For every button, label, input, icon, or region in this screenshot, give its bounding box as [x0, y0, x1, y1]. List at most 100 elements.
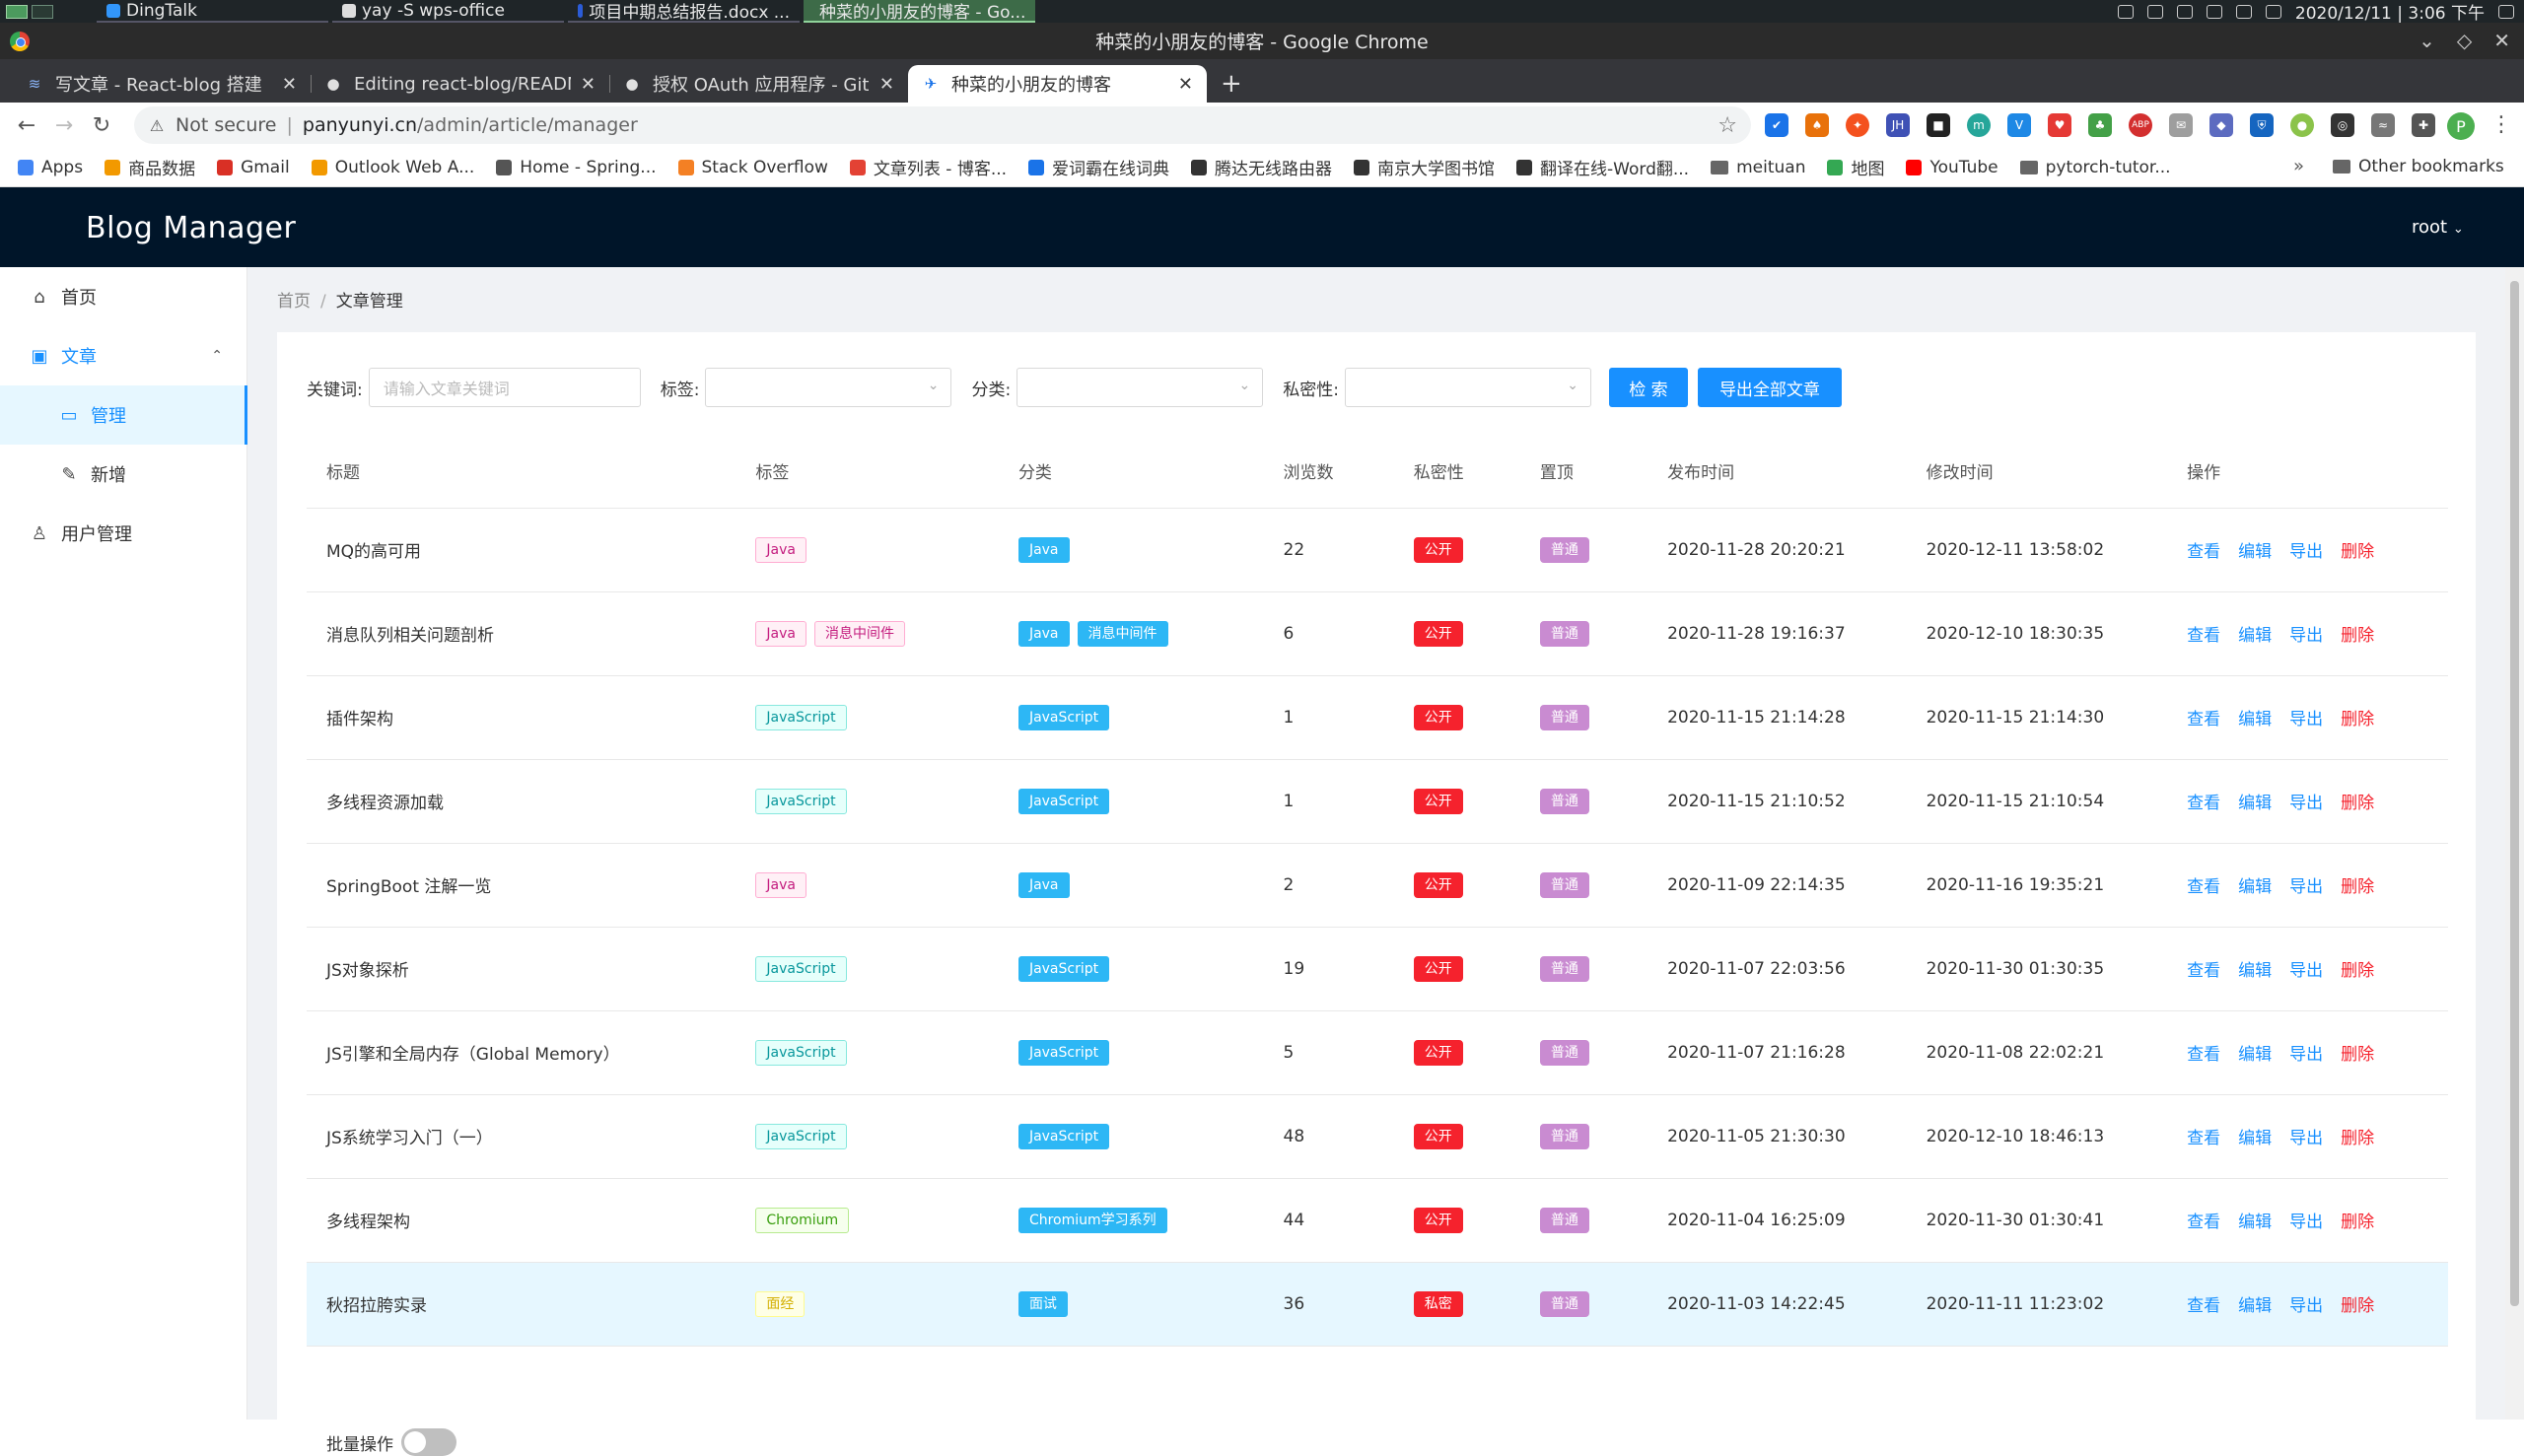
bookmark-item[interactable]: 爱词霸在线词典 — [1028, 155, 1169, 179]
delete-link[interactable]: 删除 — [2341, 1129, 2374, 1148]
table-row[interactable]: 秋招拉胯实录 面经 面试 36 私密 普通 2020-11-03 14:22:45 2020-… — [307, 1262, 2448, 1347]
extension-icon[interactable]: V — [2007, 113, 2031, 137]
edit-link[interactable]: 编辑 — [2238, 877, 2272, 897]
view-link[interactable]: 查看 — [2187, 1129, 2220, 1148]
bookmark-item[interactable]: Gmail — [217, 158, 290, 177]
tab-4[interactable]: ✈ 种菜的小朋友的博客 ✕ — [908, 65, 1207, 103]
edit-link[interactable]: 编辑 — [2238, 1213, 2272, 1232]
edit-link[interactable]: 编辑 — [2238, 1129, 2272, 1148]
adblock-icon[interactable]: ABP — [2129, 113, 2152, 137]
view-link[interactable]: 查看 — [2187, 626, 2220, 646]
export-link[interactable]: 导出 — [2289, 710, 2323, 729]
extension-icon[interactable]: ♠ — [1805, 113, 1829, 137]
bookmark-item[interactable]: YouTube — [1906, 158, 1998, 177]
tray-icon[interactable] — [2176, 4, 2193, 19]
view-link[interactable]: 查看 — [2187, 1045, 2220, 1065]
sidebar-item-home[interactable]: ⌂ 首页 — [0, 267, 246, 326]
table-row[interactable]: 多线程架构 Chromium Chromium学习系列 44 公开 普通 2020-11-0… — [307, 1178, 2448, 1263]
workspace-2-icon[interactable] — [32, 4, 53, 19]
table-row[interactable]: 插件架构 JavaScript JavaScript 1 公开 普通 2020-11-15 … — [307, 675, 2448, 760]
maximize-icon[interactable]: ◇ — [2457, 29, 2472, 52]
profile-avatar[interactable]: P — [2447, 112, 2475, 140]
breadcrumb-home[interactable]: 首页 — [277, 292, 311, 312]
tab-3[interactable]: ● 授权 OAuth 应用程序 - GitHub ✕ — [609, 65, 908, 103]
delete-link[interactable]: 删除 — [2341, 877, 2374, 897]
bookmark-item[interactable]: pytorch-tutor... — [2019, 158, 2171, 177]
search-button[interactable]: 检 索 — [1608, 368, 1688, 407]
keyword-input[interactable]: 请输入文章关键词 — [368, 368, 641, 407]
bookmark-item[interactable]: 商品数据 — [105, 155, 195, 179]
extension-icon[interactable]: ● — [2290, 113, 2314, 137]
user-menu[interactable]: root ⌄ — [2412, 217, 2464, 238]
edit-link[interactable]: 编辑 — [2238, 1296, 2272, 1316]
extension-icon[interactable]: ■ — [1927, 113, 1950, 137]
bookmark-item[interactable]: 南京大学图书馆 — [1354, 155, 1495, 179]
view-link[interactable]: 查看 — [2187, 961, 2220, 981]
delete-link[interactable]: 删除 — [2341, 961, 2374, 981]
bookmark-item[interactable]: 地图 — [1827, 155, 1884, 179]
tray-icon[interactable] — [2117, 4, 2134, 19]
other-bookmarks[interactable]: Other bookmarks — [2333, 157, 2504, 176]
reload-icon[interactable]: ↻ — [91, 113, 112, 138]
edit-link[interactable]: 编辑 — [2238, 542, 2272, 562]
extension-icon[interactable]: ✉ — [2169, 113, 2193, 137]
bookmarks-more-icon[interactable]: » — [2293, 156, 2304, 176]
edit-link[interactable]: 编辑 — [2238, 961, 2272, 981]
table-row[interactable]: MQ的高可用 Java Java 22 公开 普通 2020-11-28 20:20:21 2… — [307, 508, 2448, 592]
display-icon[interactable] — [2265, 4, 2281, 19]
taskbar-item[interactable]: DingTalk — [97, 0, 328, 23]
forward-icon[interactable]: → — [53, 113, 75, 138]
tab-2[interactable]: ● Editing react-blog/README ✕ — [311, 65, 609, 103]
export-all-button[interactable]: 导出全部文章 — [1697, 368, 1842, 407]
delete-link[interactable]: 删除 — [2341, 1296, 2374, 1316]
pocket-icon[interactable]: ♥ — [2048, 113, 2071, 137]
tray-icon[interactable] — [2146, 4, 2163, 19]
close-window-icon[interactable]: ✕ — [2493, 29, 2510, 52]
export-link[interactable]: 导出 — [2289, 1213, 2323, 1232]
extension-icon[interactable]: ◆ — [2209, 113, 2233, 137]
volume-icon[interactable] — [2206, 4, 2222, 19]
taskbar-item[interactable]: 种菜的小朋友的博客 - Go... — [804, 0, 1035, 23]
close-tab-icon[interactable]: ✕ — [282, 74, 297, 95]
batch-toggle[interactable] — [401, 1428, 456, 1456]
edit-link[interactable]: 编辑 — [2238, 794, 2272, 813]
close-tab-icon[interactable]: ✕ — [1178, 74, 1193, 95]
sidebar-item-manage[interactable]: ▭ 管理 — [0, 385, 247, 445]
extension-icon[interactable]: ⛨ — [2250, 113, 2274, 137]
bookmark-item[interactable]: Apps — [18, 158, 83, 177]
table-row[interactable]: JS引擎和全局内存（Global Memory） JavaScript JavaSc… — [307, 1010, 2448, 1095]
view-link[interactable]: 查看 — [2187, 1296, 2220, 1316]
close-tab-icon[interactable]: ✕ — [879, 74, 894, 95]
delete-link[interactable]: 删除 — [2341, 710, 2374, 729]
export-link[interactable]: 导出 — [2289, 1129, 2323, 1148]
more-menu-icon[interactable]: ⋮ — [2490, 112, 2512, 137]
extension-icon[interactable]: ✔ — [1765, 113, 1788, 137]
url-text[interactable]: panyunyi.cn/admin/article/manager — [303, 114, 638, 136]
delete-link[interactable]: 删除 — [2341, 794, 2374, 813]
category-select[interactable]: ⌄ — [1017, 368, 1264, 407]
bookmark-item[interactable]: meituan — [1711, 158, 1805, 177]
export-link[interactable]: 导出 — [2289, 877, 2323, 897]
view-link[interactable]: 查看 — [2187, 877, 2220, 897]
delete-link[interactable]: 删除 — [2341, 1213, 2374, 1232]
delete-link[interactable]: 删除 — [2341, 542, 2374, 562]
workspace-1-icon[interactable] — [6, 4, 28, 19]
privacy-select[interactable]: ⌄ — [1344, 368, 1591, 407]
table-row[interactable]: 多线程资源加载 JavaScript JavaScript 1 公开 普通 2020-11-… — [307, 759, 2448, 844]
minimize-icon[interactable]: ⌄ — [2419, 29, 2435, 52]
export-link[interactable]: 导出 — [2289, 961, 2323, 981]
address-bar[interactable]: ⚠ Not secure | panyunyi.cn/admin/article… — [134, 106, 1751, 144]
delete-link[interactable]: 删除 — [2341, 626, 2374, 646]
warning-icon[interactable]: ⚠ — [148, 116, 166, 135]
close-tab-icon[interactable]: ✕ — [581, 74, 596, 95]
edit-link[interactable]: 编辑 — [2238, 1045, 2272, 1065]
clock[interactable]: 2020/12/11 | 3:06 下午 — [2295, 0, 2485, 23]
extension-icon[interactable]: JH — [1886, 113, 1910, 137]
export-link[interactable]: 导出 — [2289, 1296, 2323, 1316]
tab-1[interactable]: ≋ 写文章 - React-blog 搭建 ✕ — [12, 65, 311, 103]
export-link[interactable]: 导出 — [2289, 794, 2323, 813]
table-row[interactable]: 消息队列相关问题剖析 Java 消息中间件 Java 消息中间件 6 公开 普通 2020-11… — [307, 591, 2448, 676]
extension-icon[interactable]: ✦ — [1846, 113, 1869, 137]
scrollbar-thumb[interactable] — [2510, 281, 2519, 1306]
bookmark-item[interactable]: Home - Spring... — [496, 158, 657, 177]
